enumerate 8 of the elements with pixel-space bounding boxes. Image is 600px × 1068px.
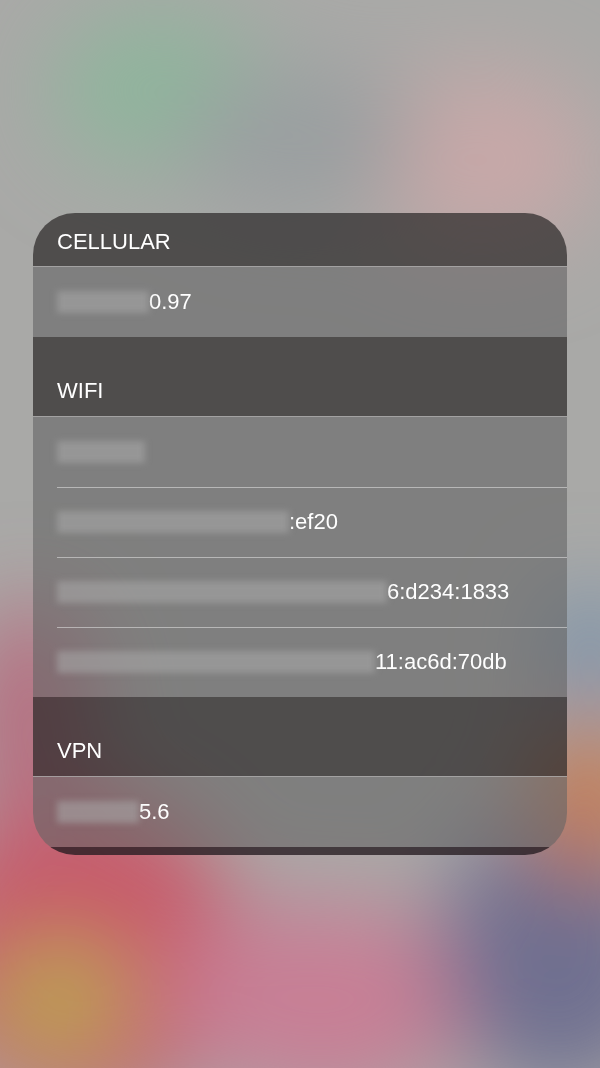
- address-text: 5.6: [139, 799, 170, 825]
- section-title: CELLULAR: [57, 229, 171, 255]
- address-text: 11:ac6d:70db: [375, 649, 507, 675]
- section-title: WIFI: [57, 378, 104, 404]
- section-title: VPN: [57, 738, 103, 764]
- address-text: :ef20: [289, 509, 338, 535]
- address-text: 0.97: [149, 289, 192, 315]
- address-text: 6:d234:1833: [387, 579, 510, 605]
